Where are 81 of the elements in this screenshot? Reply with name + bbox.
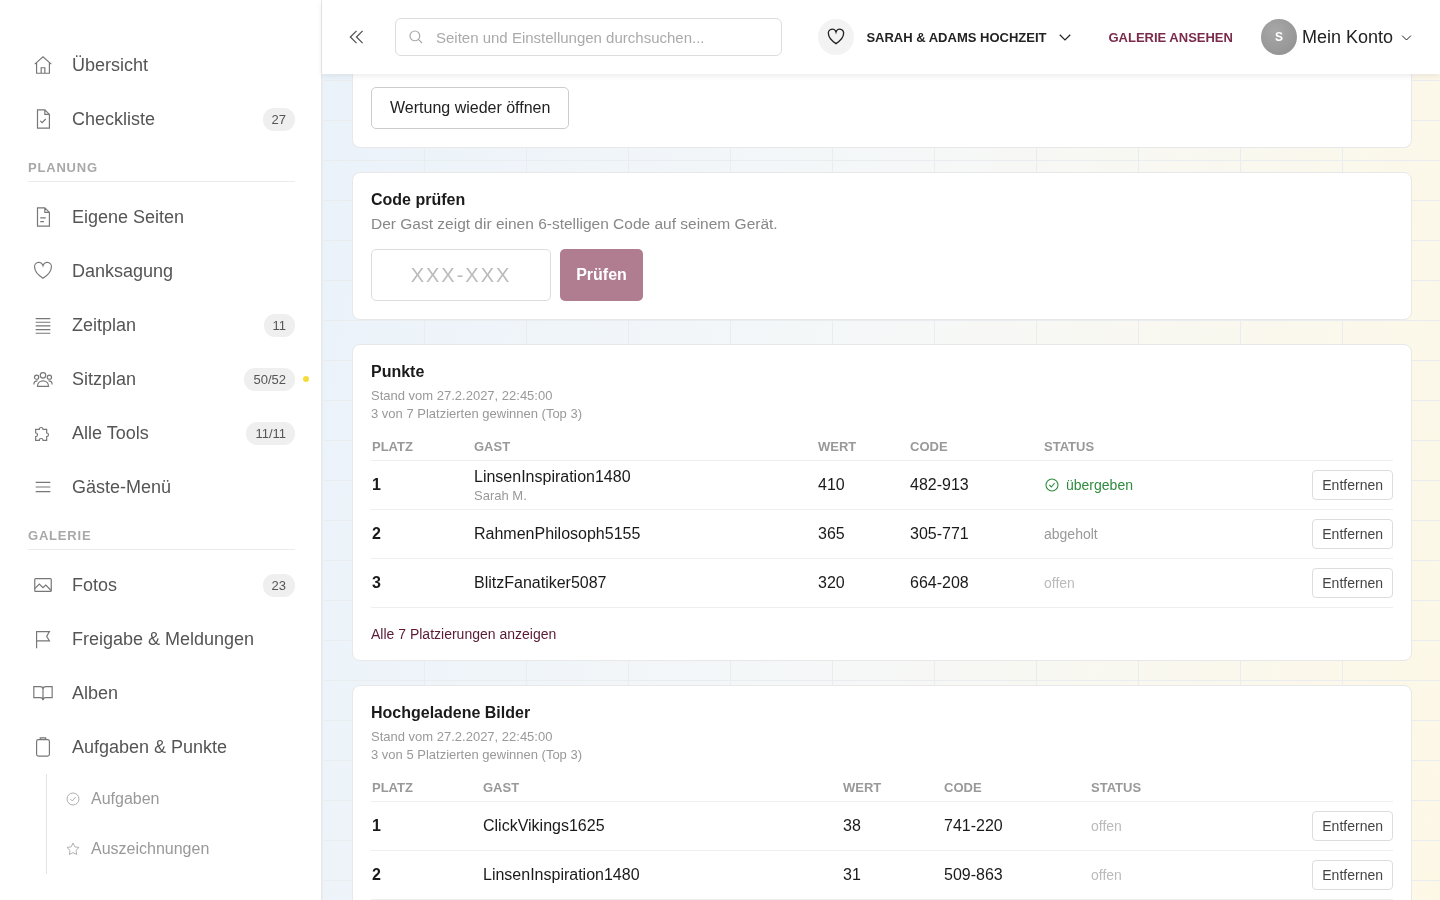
card-title: Code prüfen [371,191,467,209]
status-text: übergeben [1066,477,1133,493]
table-cell-text: 38 [843,817,862,835]
timestamp: Stand vom 27.2.2027, 22:45:00 [371,728,554,746]
column-header: STATUS [1044,439,1096,454]
remove-button[interactable]: Entfernen [1312,568,1393,598]
card-description: Der Gast zeigt dir einen 6-stelligen Code auf seinem Gerät. [371,215,779,233]
timestamp: Stand vom 27.2.2027, 22:45:00 [371,387,554,405]
search-icon [407,28,425,46]
remove-button[interactable]: Entfernen [1312,860,1393,890]
table-cell-text: 1 [372,476,382,494]
sidebar-item[interactable]: Checkliste 27 [28,92,295,146]
sidebar-item[interactable]: Sitzplan 50/52 [28,352,295,406]
column-header: WERT [818,439,858,454]
sidebar-item[interactable]: Alle Tools 11/11 [28,406,295,460]
sidebar-item[interactable]: Gäste-Menü [28,460,295,514]
column-header: PLATZ [372,780,414,795]
sidebar-item[interactable]: Eigene Seiten [28,190,295,244]
table-cell-text: 31 [843,866,862,884]
sidebar-item[interactable]: Übersicht [28,38,295,92]
sidebar-item[interactable]: Zeitplan 11 [28,298,295,352]
table-cell-text: 320 [818,574,846,592]
remove-button[interactable]: Entfernen [1312,470,1393,500]
remove-button[interactable]: Entfernen [1312,811,1393,841]
count-badge: 23 [262,573,295,597]
account-menu[interactable]: S Mein Konto [1254,18,1420,56]
section-heading: GALERIE [28,516,295,550]
table-cell-text: LinsenInspiration1480 [474,467,632,486]
sidebar-item[interactable]: Alben [28,666,295,720]
reopen-button[interactable]: Wertung wieder öffnen [371,87,570,129]
event-selector[interactable]: SARAH & ADAMS HOCHZEIT [860,27,1081,47]
summary-text: 3 von 7 Platzierten gewinnen (Top 3) [371,405,583,423]
sidebar-item[interactable]: Aufgaben & Punkte [28,720,295,774]
table-cell-text: 305-771 [910,525,970,543]
star-icon [65,841,81,857]
table-cell-text: LinsenInspiration1480 [483,866,641,884]
column-header: PLATZ [372,439,414,454]
count-badge: 50/52 [244,367,295,391]
sidebar-item[interactable]: Danksagung [28,244,295,298]
table-cell-text: 3 [372,574,382,592]
status-text: abgeholt [1044,526,1098,542]
table-cell-text: 2 [372,525,382,543]
table-cell-text: 410 [818,476,846,494]
count-badge: 11/11 [246,421,295,445]
sidebar-item[interactable]: Fotos 23 [28,558,295,612]
guest-name: Sarah M. [474,487,528,503]
column-header: GAST [483,780,521,795]
count-badge: 27 [262,107,295,131]
summary-text: 3 von 5 Platzierten gewinnen (Top 3) [371,746,583,764]
table-cell-text: 1 [372,817,382,835]
column-header: WERT [843,780,883,795]
table-cell-text: BlitzFanatiker5087 [474,574,608,592]
card-title: Punkte [371,363,426,381]
table-cell-text: 2 [372,866,382,884]
column-header: CODE [910,439,949,454]
count-badge: 11 [263,313,295,337]
column-header: STATUS [1091,780,1143,795]
table-cell-text: 509-863 [944,866,1004,884]
gallery-link[interactable]: GALERIE ANSEHEN [1108,29,1233,45]
section-heading: PLANUNG [28,148,295,182]
show-all-link[interactable]: Alle 7 Platzierungen anzeigen [371,626,557,642]
table-cell-text: 741-220 [944,817,1004,835]
table-cell-text: RahmenPhilosoph5155 [474,525,642,543]
code-input[interactable]: XXX-XXX [371,249,551,301]
heart-icon [32,260,54,282]
status-text: offen [1091,818,1122,834]
check-circle-icon [1044,477,1060,493]
table-cell-text: 482-913 [910,476,970,494]
remove-button[interactable]: Entfernen [1312,519,1393,549]
search-field[interactable]: Seiten und Einstellungen durchsuchen... [395,18,783,56]
column-header: GAST [474,439,512,454]
card-title: Hochgeladene Bilder [371,704,532,722]
column-header: CODE [944,780,983,795]
table-cell-text: 365 [818,525,846,543]
status-text: offen [1091,867,1122,883]
status-text: offen [1044,575,1075,591]
home-icon [32,54,54,76]
table-cell-text: ClickVikings1625 [483,817,606,835]
table-cell-text: 664-208 [910,574,970,592]
check-circle-icon [65,791,81,807]
sidebar-item[interactable]: Freigabe & Meldungen [28,612,295,666]
